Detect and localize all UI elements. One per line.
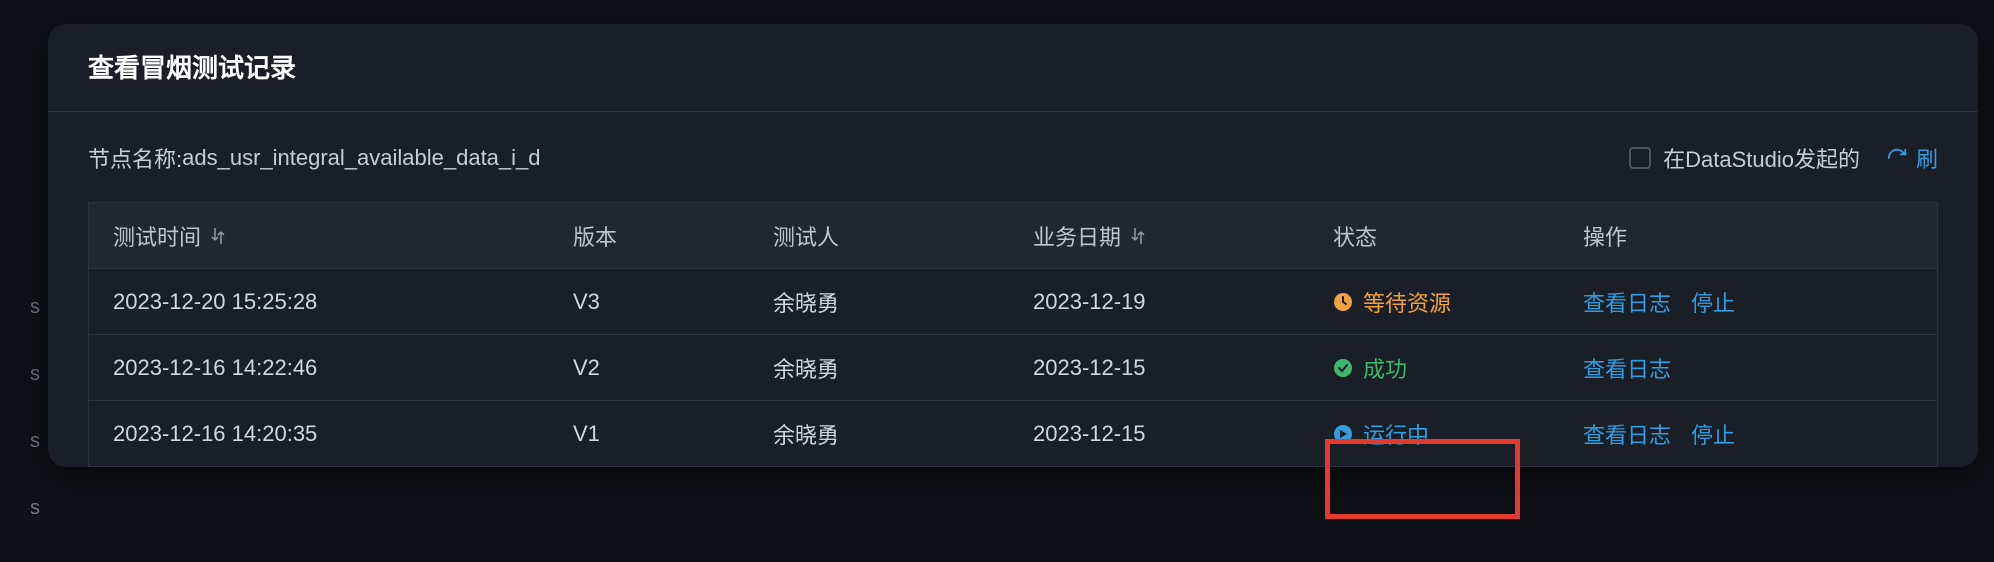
cell-version: V3 [549,289,749,315]
cell-version: V2 [549,355,749,381]
refresh-button[interactable]: 刷 [1886,142,1938,174]
cell-status: 等待资源 [1309,269,1559,334]
col-status-label: 状态 [1333,220,1377,252]
cell-actions: 查看日志 [1559,352,1937,384]
stop-link[interactable]: 停止 [1691,286,1735,318]
cell-actions: 查看日志停止 [1559,286,1937,318]
check-circle-icon [1333,358,1353,378]
cell-biz-date: 2023-12-19 [1009,289,1309,315]
refresh-icon [1886,147,1908,169]
cell-time: 2023-12-20 15:25:28 [89,289,549,315]
cell-status: 成功 [1309,335,1559,400]
table-body: 2023-12-20 15:25:28V3余晓勇2023-12-19等待资源查看… [89,269,1937,467]
records-table: 测试时间 版本 测试人 业务日期 状 [88,202,1938,467]
view-log-link[interactable]: 查看日志 [1583,286,1671,318]
col-version-label: 版本 [573,220,617,252]
cell-biz-date: 2023-12-15 [1009,421,1309,447]
cell-version: V1 [549,421,749,447]
cell-status: 运行中 [1309,401,1559,466]
node-name-line: 节点名称: ads_usr_integral_available_data_i_… [88,142,541,174]
col-status: 状态 [1309,220,1559,252]
col-tester-label: 测试人 [773,220,839,252]
status-text: 成功 [1363,352,1407,384]
col-biz-date[interactable]: 业务日期 [1009,220,1309,252]
play-circle-icon [1333,424,1353,444]
cell-biz-date: 2023-12-15 [1009,355,1309,381]
node-name-label: 节点名称: [88,142,182,174]
edge-tick: s [30,296,40,319]
cell-time: 2023-12-16 14:22:46 [89,355,549,381]
cell-tester: 余晓勇 [749,352,1009,384]
col-test-time[interactable]: 测试时间 [89,220,549,252]
clock-icon [1333,292,1353,312]
status-text: 运行中 [1363,418,1429,450]
stop-link[interactable]: 停止 [1691,418,1735,450]
modal-content: 节点名称: ads_usr_integral_available_data_i_… [48,112,1978,467]
modal-title: 查看冒烟测试记录 [88,48,1938,85]
table-row: 2023-12-20 15:25:28V3余晓勇2023-12-19 等待资源 查看… [89,269,1937,335]
filter-datastudio-label: 在DataStudio发起的 [1663,142,1860,174]
col-version: 版本 [549,220,749,252]
cell-time: 2023-12-16 14:20:35 [89,421,549,447]
refresh-label: 刷 [1916,142,1938,174]
cell-tester: 余晓勇 [749,286,1009,318]
table-row: 2023-12-16 14:22:46V2余晓勇2023-12-15 成功 查看日志 [89,335,1937,401]
edge-tick: s [30,430,40,453]
checkbox-box-icon [1629,147,1651,169]
cell-actions: 查看日志停止 [1559,418,1937,450]
col-test-time-label: 测试时间 [113,220,201,252]
status-text: 等待资源 [1363,286,1451,318]
table-header-row: 测试时间 版本 测试人 业务日期 状 [89,203,1937,269]
modal-header: 查看冒烟测试记录 [48,24,1978,112]
node-name-value: ads_usr_integral_available_data_i_d [182,145,540,171]
table-row: 2023-12-16 14:20:35V1余晓勇2023-12-15 运行中 查看日… [89,401,1937,467]
col-actions: 操作 [1559,220,1937,252]
edge-tick: s [30,497,40,520]
view-log-link[interactable]: 查看日志 [1583,352,1671,384]
modal: 查看冒烟测试记录 节点名称: ads_usr_integral_availabl… [48,24,1978,467]
view-log-link[interactable]: 查看日志 [1583,418,1671,450]
edge-tick: s [30,363,40,386]
sort-icon [211,228,225,244]
col-biz-date-label: 业务日期 [1033,220,1121,252]
col-tester: 测试人 [749,220,1009,252]
cell-tester: 余晓勇 [749,418,1009,450]
filter-datastudio-checkbox[interactable]: 在DataStudio发起的 [1629,142,1860,174]
filter-row: 节点名称: ads_usr_integral_available_data_i_… [88,142,1938,174]
col-actions-label: 操作 [1583,220,1627,252]
sort-icon [1131,228,1145,244]
